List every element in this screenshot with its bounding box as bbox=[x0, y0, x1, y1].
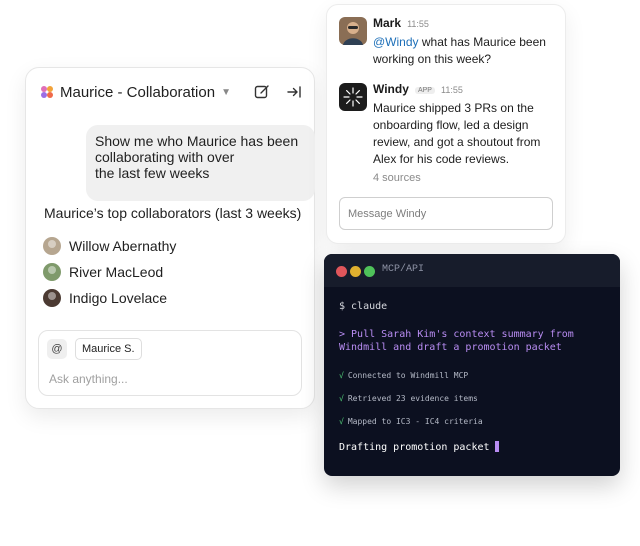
collaborator-item[interactable]: Willow Abernathy bbox=[43, 233, 176, 259]
message-input[interactable] bbox=[339, 197, 553, 230]
chat-panel: Mark 11:55 @Windy what has Maurice been … bbox=[326, 4, 566, 244]
collaborator-name: Indigo Lovelace bbox=[69, 290, 168, 306]
collaborator-name: River MacLeod bbox=[69, 264, 164, 280]
avatar bbox=[43, 237, 61, 255]
message-time: 11:55 bbox=[407, 19, 429, 29]
message-header: Windy APP 11:55 bbox=[373, 83, 555, 97]
chevron-down-icon[interactable]: ▼ bbox=[221, 87, 231, 98]
panel-title[interactable]: Maurice - Collaboration bbox=[60, 84, 215, 101]
check-icon: √ bbox=[339, 394, 344, 403]
terminal-window: MCP/API $ claude > Pull Sarah Kim's cont… bbox=[324, 254, 620, 476]
message-time: 11:55 bbox=[441, 85, 463, 95]
terminal-step: √ Retrieved 23 evidence items bbox=[339, 392, 605, 405]
status-text: Drafting promotion packet bbox=[339, 442, 490, 453]
collaborator-name: Willow Abernathy bbox=[69, 238, 177, 254]
message-author[interactable]: Windy bbox=[373, 82, 409, 96]
check-icon: √ bbox=[339, 371, 344, 380]
user-mention[interactable]: @Windy bbox=[373, 35, 419, 49]
message-header: Mark 11:55 bbox=[373, 17, 555, 31]
maximize-window-dot[interactable] bbox=[364, 266, 375, 277]
terminal-command: > Pull Sarah Kim's context summary from … bbox=[339, 329, 574, 353]
step-text: Retrieved 23 evidence items bbox=[347, 394, 478, 403]
message-body: Mark 11:55 @Windy what has Maurice been … bbox=[373, 17, 555, 68]
avatar[interactable] bbox=[339, 17, 367, 45]
message-text: @Windy what has Maurice been working on … bbox=[373, 34, 555, 68]
mention-button[interactable]: @ bbox=[47, 339, 67, 359]
windy-avatar-icon[interactable] bbox=[339, 83, 367, 111]
avatar bbox=[43, 263, 61, 281]
collaborator-item[interactable]: River MacLeod bbox=[43, 259, 176, 285]
ask-input[interactable] bbox=[47, 369, 291, 389]
terminal-status: Drafting promotion packet bbox=[339, 441, 605, 453]
terminal-cursor bbox=[494, 441, 499, 452]
minimize-window-dot[interactable] bbox=[350, 266, 361, 277]
message-mark: Mark 11:55 @Windy what has Maurice been … bbox=[339, 17, 555, 73]
step-text: Connected to Windmill MCP bbox=[347, 371, 469, 380]
close-window-dot[interactable] bbox=[336, 266, 347, 277]
terminal-title-bar: MCP/API bbox=[324, 254, 620, 287]
terminal-output: $ claude > Pull Sarah Kim's context summ… bbox=[324, 287, 620, 453]
collaborator-item[interactable]: Indigo Lovelace bbox=[43, 285, 176, 311]
sources-link[interactable]: 4 sources bbox=[373, 172, 555, 184]
collaborators-summary: Maurice’s top collaborators (last 3 week… bbox=[44, 205, 302, 221]
edit-icon[interactable] bbox=[254, 84, 270, 100]
avatar bbox=[43, 289, 61, 307]
message-author[interactable]: Mark bbox=[373, 16, 401, 30]
mention-chip[interactable]: Maurice S. bbox=[75, 338, 142, 360]
collapse-panel-icon[interactable] bbox=[286, 84, 302, 100]
terminal-step: √ Mapped to IC3 - IC4 criteria bbox=[339, 415, 605, 428]
message-text: Maurice shipped 3 PRs on the onboarding … bbox=[373, 101, 541, 166]
message-body: Windy APP 11:55 Maurice shipped 3 PRs on… bbox=[373, 83, 555, 185]
terminal-step: √ Connected to Windmill MCP bbox=[339, 369, 605, 382]
terminal-prompt: $ claude bbox=[339, 301, 388, 312]
check-icon: √ bbox=[339, 417, 344, 426]
collaboration-panel: Maurice - Collaboration ▼ Show me who Ma… bbox=[25, 67, 315, 409]
panel-header: Maurice - Collaboration ▼ bbox=[40, 82, 302, 102]
collaborator-list: Willow Abernathy River MacLeod Indigo Lo… bbox=[43, 233, 176, 311]
app-logo-icon bbox=[40, 85, 54, 99]
chat-input-box: @ Maurice S. bbox=[38, 330, 302, 396]
message-windy: Windy APP 11:55 Maurice shipped 3 PRs on… bbox=[339, 83, 555, 193]
user-message: Show me who Maurice has been collaborati… bbox=[86, 125, 315, 201]
terminal-title: MCP/API bbox=[382, 264, 425, 275]
step-text: Mapped to IC3 - IC4 criteria bbox=[347, 417, 483, 426]
app-badge: APP bbox=[414, 87, 435, 94]
